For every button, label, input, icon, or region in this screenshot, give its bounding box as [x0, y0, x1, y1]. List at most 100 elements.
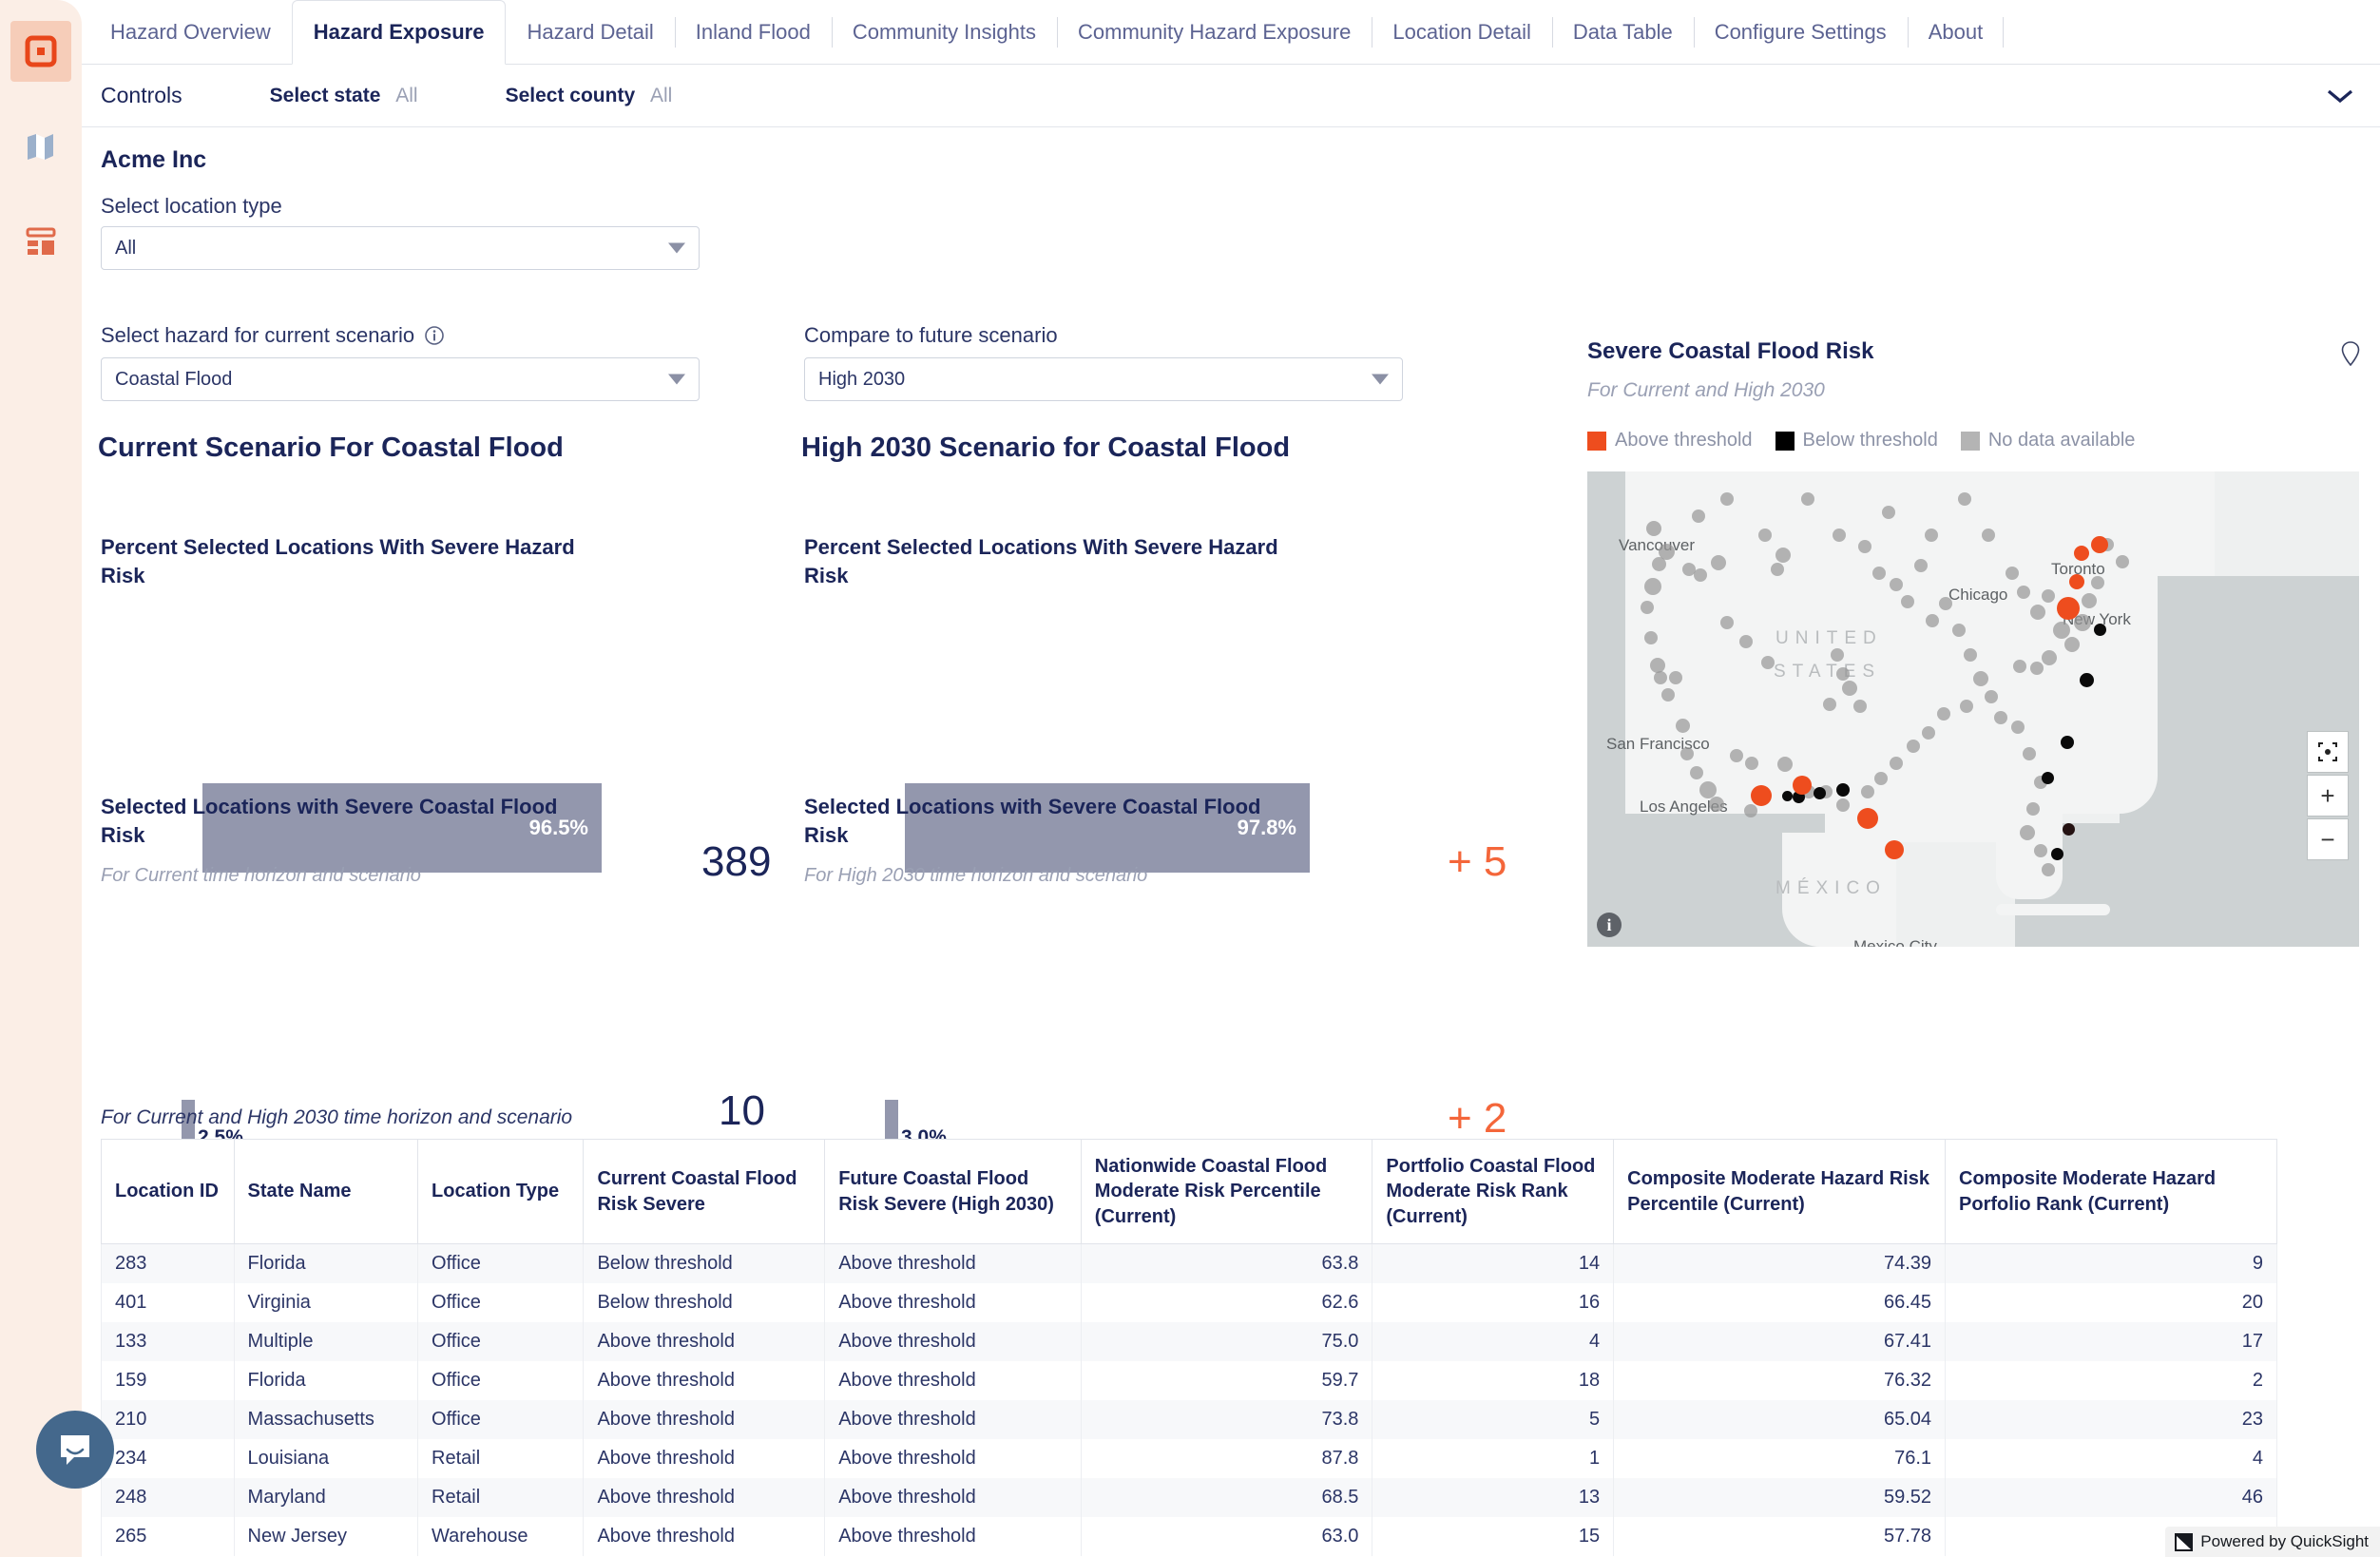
cell-portfolio-rank: 14 [1372, 1244, 1614, 1284]
cell-current-risk: Above threshold [584, 1439, 825, 1478]
table-row[interactable]: 401 Virginia Office Below threshold Abov… [102, 1283, 2277, 1322]
location-type-select[interactable]: All [101, 226, 700, 270]
tab-hazard-overview[interactable]: Hazard Overview [89, 0, 292, 64]
cell-location-type: Office [418, 1283, 584, 1322]
table-row[interactable]: 265 New Jersey Warehouse Above threshold… [102, 1517, 2277, 1556]
cell-future-risk: Above threshold [825, 1400, 1082, 1439]
cell-location-id: 265 [102, 1517, 235, 1556]
cell-location-type: Office [418, 1244, 584, 1284]
kpi-selected-future-delta: + 2 [1448, 1095, 1507, 1143]
info-icon[interactable] [424, 325, 445, 346]
kpi-selected-current-count: 10 [719, 1087, 765, 1135]
map-subtitle: For Current and High 2030 [1587, 379, 1825, 402]
cell-composite-rank: 4 [1946, 1439, 2277, 1478]
cell-location-id: 283 [102, 1244, 235, 1284]
cell-future-risk: Above threshold [825, 1361, 1082, 1400]
col-composite-percentile[interactable]: Composite Moderate Hazard Risk Percentil… [1614, 1140, 1946, 1244]
select-county-label: Select county [506, 85, 636, 106]
tab-data-table[interactable]: Data Table [1552, 0, 1694, 64]
cell-future-risk: Above threshold [825, 1478, 1082, 1517]
kpi-selected-future-subtitle: For High 2030 time horizon and scenario [804, 865, 1147, 887]
tab-configure-settings[interactable]: Configure Settings [1694, 0, 1908, 64]
col-current-risk[interactable]: Current Coastal Flood Risk Severe [584, 1140, 825, 1244]
cell-nationwide-percentile: 87.8 [1081, 1439, 1372, 1478]
table-row[interactable]: 248 Maryland Retail Above threshold Abov… [102, 1478, 2277, 1517]
page-body: Acme Inc Select location type All Select… [82, 127, 2380, 1557]
cell-composite-rank: 23 [1946, 1400, 2277, 1439]
tab-strip: Hazard Overview Hazard Exposure Hazard D… [82, 0, 2380, 65]
cell-location-id: 159 [102, 1361, 235, 1400]
cell-current-risk: Above threshold [584, 1478, 825, 1517]
cell-nationwide-percentile: 62.6 [1081, 1283, 1372, 1322]
cell-nationwide-percentile: 73.8 [1081, 1400, 1372, 1439]
col-portfolio-rank[interactable]: Portfolio Coastal Flood Moderate Risk Ra… [1372, 1140, 1614, 1244]
map-title: Severe Coastal Flood Risk [1587, 338, 1873, 365]
rail-item-dashboard[interactable] [10, 21, 71, 82]
table-caption: For Current and High 2030 time horizon a… [101, 1106, 572, 1129]
col-state-name[interactable]: State Name [234, 1140, 417, 1244]
layout-icon [22, 222, 60, 260]
map-pin-icon[interactable] [2340, 341, 2361, 366]
future-scenario-heading: High 2030 Scenario for Coastal Flood [801, 432, 1290, 464]
cell-location-id: 248 [102, 1478, 235, 1517]
cell-state-name: New Jersey [234, 1517, 417, 1556]
tab-hazard-exposure[interactable]: Hazard Exposure [292, 0, 507, 65]
cell-composite-rank: 46 [1946, 1478, 2277, 1517]
cell-current-risk: Above threshold [584, 1361, 825, 1400]
map-info-icon[interactable]: i [1597, 913, 1622, 937]
col-location-type[interactable]: Location Type [418, 1140, 584, 1244]
map-city-vancouver: Vancouver [1619, 536, 1695, 555]
cell-state-name: Maryland [234, 1478, 417, 1517]
col-future-risk[interactable]: Future Coastal Flood Risk Severe (High 2… [825, 1140, 1082, 1244]
chevron-down-icon [1372, 375, 1389, 385]
table-row[interactable]: 159 Florida Office Above threshold Above… [102, 1361, 2277, 1400]
col-composite-rank[interactable]: Composite Moderate Hazard Porfolio Rank … [1946, 1140, 2277, 1244]
map-card: Severe Coastal Flood Risk For Current an… [1507, 127, 2380, 1078]
rail-item-map[interactable] [10, 116, 71, 177]
table-row[interactable]: 210 Massachusetts Office Above threshold… [102, 1400, 2277, 1439]
legend-item-above: Above threshold [1587, 430, 1753, 452]
hazard-exposure-table: Location ID State Name Location Type Cur… [101, 1139, 2277, 1556]
hazard-select-label: Select hazard for current scenario [101, 323, 445, 348]
cell-composite-percentile: 66.45 [1614, 1283, 1946, 1322]
cell-portfolio-rank: 13 [1372, 1478, 1614, 1517]
chat-launcher-button[interactable] [36, 1411, 114, 1489]
tab-about[interactable]: About [1908, 0, 2005, 64]
tab-inland-flood[interactable]: Inland Flood [675, 0, 832, 64]
chevron-down-icon[interactable] [2327, 88, 2353, 104]
table-header-row: Location ID State Name Location Type Cur… [102, 1140, 2277, 1244]
filter-select-county[interactable]: Select county All [506, 85, 673, 107]
tab-community-hazard-exposure[interactable]: Community Hazard Exposure [1057, 0, 1372, 64]
map-country-label-states: STATES [1774, 662, 1881, 682]
cell-future-risk: Above threshold [825, 1244, 1082, 1284]
table-row[interactable]: 283 Florida Office Below threshold Above… [102, 1244, 2277, 1284]
kpi-percent-future-delta: + 5 [1448, 838, 1507, 886]
legend-label-above: Above threshold [1615, 430, 1753, 452]
col-nationwide-percentile[interactable]: Nationwide Coastal Flood Moderate Risk P… [1081, 1140, 1372, 1244]
legend-label-below: Below threshold [1803, 430, 1938, 452]
map-zoom-out-button[interactable]: − [2308, 819, 2348, 859]
table-row[interactable]: 133 Multiple Office Above threshold Abov… [102, 1322, 2277, 1361]
tab-hazard-detail[interactable]: Hazard Detail [506, 0, 674, 64]
hazard-select[interactable]: Coastal Flood [101, 357, 700, 401]
map-canvas[interactable]: UNITED STATES MÉXICO Vancouver San Franc… [1587, 471, 2359, 947]
tab-community-insights[interactable]: Community Insights [832, 0, 1057, 64]
map-zoom-in-button[interactable]: + [2308, 776, 2348, 816]
cell-state-name: Louisiana [234, 1439, 417, 1478]
chevron-down-icon [668, 243, 685, 254]
cell-state-name: Florida [234, 1361, 417, 1400]
legend-swatch-below [1775, 432, 1795, 451]
table-row[interactable]: 234 Louisiana Retail Above threshold Abo… [102, 1439, 2277, 1478]
rail-item-layout[interactable] [10, 211, 71, 272]
filter-select-state[interactable]: Select state All [270, 85, 418, 107]
controls-title: Controls [101, 83, 182, 108]
cell-location-type: Warehouse [418, 1517, 584, 1556]
cell-state-name: Florida [234, 1244, 417, 1284]
map-recenter-button[interactable] [2308, 732, 2348, 772]
kpi-selected-current-title: Selected Locations with Severe Coastal F… [101, 793, 595, 849]
col-location-id[interactable]: Location ID [102, 1140, 235, 1244]
map-country-label-united: UNITED [1775, 628, 1883, 649]
cell-current-risk: Above threshold [584, 1400, 825, 1439]
future-scenario-select[interactable]: High 2030 [804, 357, 1403, 401]
tab-location-detail[interactable]: Location Detail [1372, 0, 1552, 64]
